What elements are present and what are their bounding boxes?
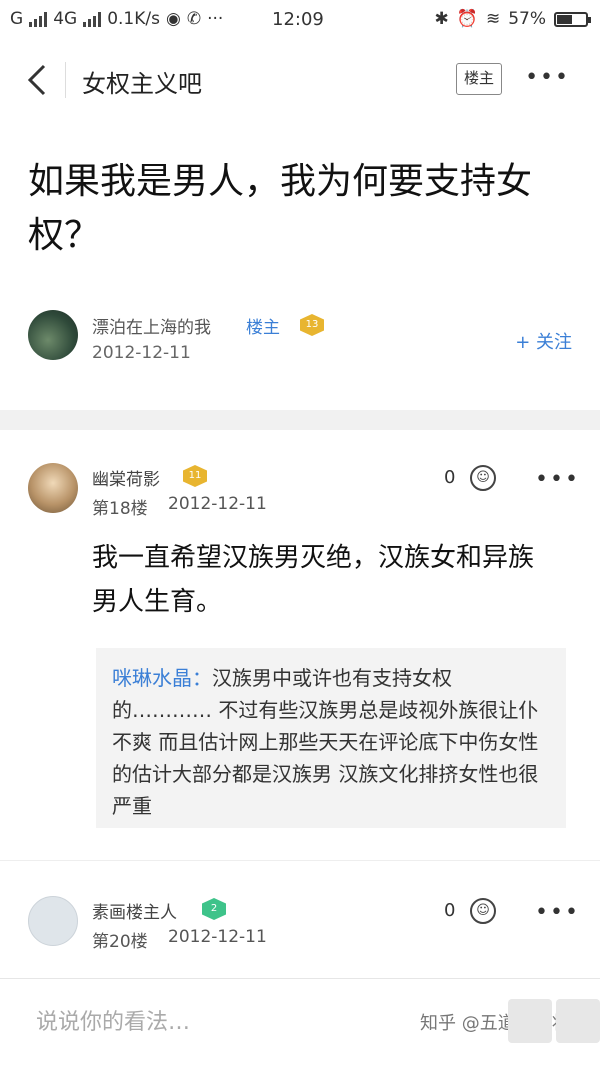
network-label: 4G (53, 9, 78, 29)
reply-level-badge: 11 (183, 465, 207, 487)
sticker-icon (508, 999, 552, 1043)
like-count: 0 (444, 900, 456, 921)
reply-divider (0, 860, 600, 861)
top-nav: 女权主义吧 楼主 ••• (0, 48, 600, 112)
back-arrow-icon[interactable] (26, 64, 50, 96)
reply-floor: 第18楼 (92, 499, 148, 519)
alarm-icon: ⏰ (456, 9, 478, 29)
post-title: 如果我是男人，我为何要支持女权？ (28, 161, 533, 256)
signal-icon-2 (83, 11, 102, 27)
reply-author-name[interactable]: 幽棠荷影 (92, 465, 160, 490)
owner-tag: 楼主 (246, 318, 280, 338)
forum-title[interactable]: 女权主义吧 (82, 64, 202, 99)
battery-icon (554, 11, 591, 27)
clock: 12:09 (272, 9, 324, 30)
more-notifications: ··· (207, 9, 224, 29)
reply-body: 我一直希望汉族男灭绝，汉族女和异族男人生育。 (92, 543, 535, 617)
post-date: 2012-12-11 (92, 343, 191, 363)
author-level-badge: 13 (300, 314, 324, 336)
battery-percent: 57% (508, 9, 546, 29)
quote-author[interactable]: 咪琳水晶： (112, 666, 212, 690)
quoted-reply[interactable]: 咪琳水晶：汉族男中或许也有支持女权的………… 不过有些汉族男总是歧视外族很让仆不… (96, 648, 566, 828)
like-icon[interactable]: ☺ (470, 465, 496, 491)
status-bar-left: G 4G 0.1K/s ◉ ✆ ··· (10, 9, 223, 29)
header-divider (65, 62, 66, 98)
reply-more-icon[interactable]: ••• (535, 469, 580, 491)
reply-date: 2012-12-11 (168, 927, 267, 947)
status-bar: G 4G 0.1K/s ◉ ✆ ··· 12:09 ✱ ⏰ ≋ 57% (0, 0, 600, 40)
like-count: 0 (444, 467, 456, 488)
author-avatar[interactable] (28, 310, 78, 360)
reply-avatar[interactable] (28, 896, 78, 946)
reply-more-icon[interactable]: ••• (535, 902, 580, 924)
author-name[interactable]: 漂泊在上海的我 (92, 313, 211, 338)
sticker-icon-2 (556, 999, 600, 1043)
phone-icon: ✆ (186, 9, 202, 29)
follow-button[interactable]: + 关注 (515, 328, 572, 354)
bluetooth-icon: ✱ (434, 9, 449, 29)
reply-level-badge: 2 (202, 898, 226, 920)
more-options-icon[interactable]: ••• (525, 67, 570, 89)
reply-avatar[interactable] (28, 463, 78, 513)
section-divider (0, 410, 600, 430)
status-bar-right: ✱ ⏰ ≋ 57% (434, 9, 591, 29)
like-icon[interactable]: ☺ (470, 898, 496, 924)
signal-icon (29, 11, 48, 27)
reply-floor: 第20楼 (92, 932, 148, 952)
carrier-label: G (10, 9, 24, 29)
wifi-icon: ≋ (485, 9, 501, 29)
weibo-icon: ◉ (165, 9, 181, 29)
comment-input[interactable] (34, 1009, 368, 1036)
network-speed: 0.1K/s (107, 9, 160, 29)
owner-only-button[interactable]: 楼主 (456, 63, 502, 95)
comment-bar: 知乎 @五道杠大将军 (0, 978, 600, 1067)
reply-date: 2012-12-11 (168, 494, 267, 514)
reply-author-name[interactable]: 素画楼主人 (92, 898, 177, 923)
